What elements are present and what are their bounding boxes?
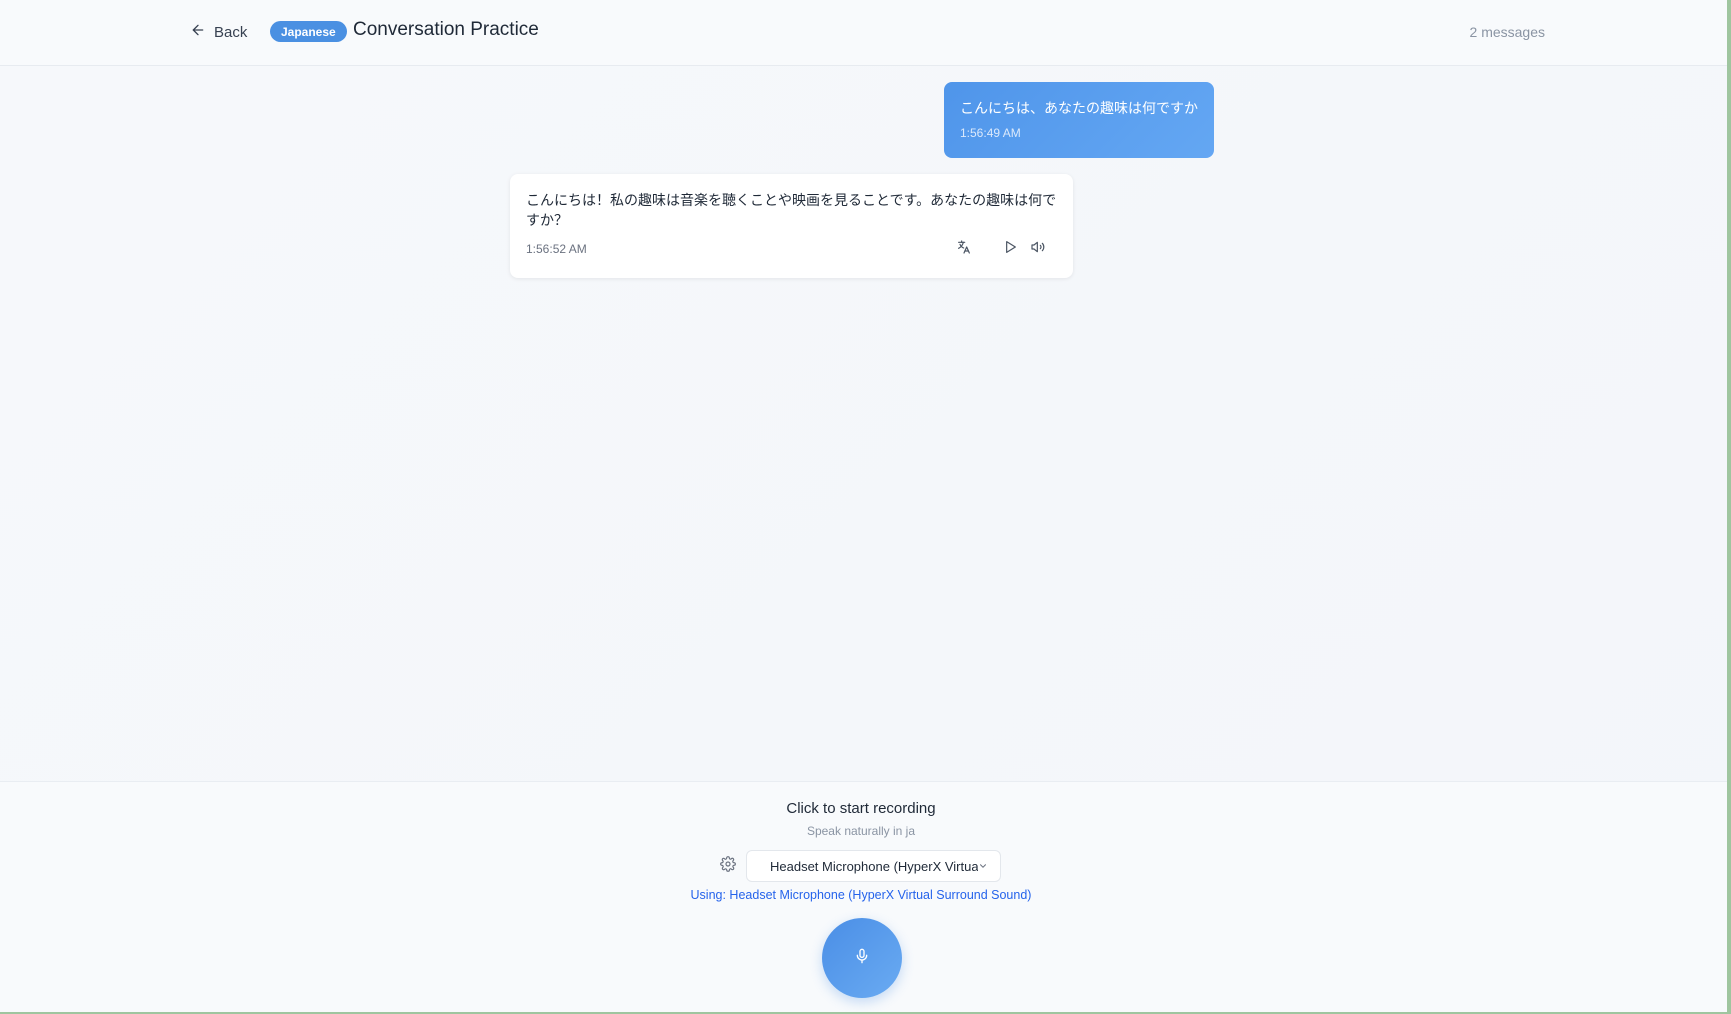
microphone-icon — [854, 948, 870, 969]
speaker-button[interactable] — [1027, 238, 1049, 260]
chevron-down-icon — [978, 859, 988, 874]
back-button[interactable]: Back — [190, 20, 247, 44]
user-message-text: こんにちは、あなたの趣味は何ですか — [960, 100, 1198, 116]
record-subtitle: Speak naturally in ja — [806, 824, 916, 838]
microphone-select-value: Headset Microphone (HyperX Virtual... — [770, 858, 978, 874]
app-window: Back Japanese Conversation Practice 2 me… — [0, 0, 1731, 1014]
assistant-message-text: こんにちは！私の趣味は音楽を聴くことや映画を見ることです。あなたの趣味は何ですか… — [526, 192, 1057, 228]
assistant-message-bubble: こんにちは！私の趣味は音楽を聴くことや映画を見ることです。あなたの趣味は何ですか… — [510, 174, 1073, 278]
microphone-select[interactable]: Headset Microphone (HyperX Virtual... — [746, 850, 1001, 882]
play-icon — [1002, 239, 1018, 260]
recording-panel: Click to start recording Speak naturally… — [0, 781, 1727, 1012]
play-button[interactable] — [999, 238, 1021, 260]
assistant-message-time: 1:56:52 AM — [526, 242, 587, 256]
user-message-bubble: こんにちは、あなたの趣味は何ですか 1:56:49 AM — [944, 82, 1214, 158]
gear-icon — [720, 856, 736, 876]
language-badge: Japanese — [270, 21, 347, 42]
speaker-icon — [1030, 239, 1046, 260]
message-count: 2 messages — [1469, 24, 1545, 40]
translate-button[interactable] — [953, 238, 975, 260]
record-title: Click to start recording — [786, 800, 936, 817]
back-label: Back — [214, 23, 248, 41]
active-microphone-text: Using: Headset Microphone (HyperX Virtua… — [690, 888, 1032, 902]
message-actions — [953, 238, 1049, 260]
page-title: Conversation Practice — [353, 19, 539, 40]
user-message-time: 1:56:49 AM — [960, 126, 1021, 140]
window-edge-right — [1727, 0, 1731, 1014]
record-button[interactable] — [822, 918, 902, 998]
arrow-left-icon — [190, 22, 206, 42]
header-bar: Back Japanese Conversation Practice 2 me… — [0, 0, 1727, 66]
assistant-message-footer: 1:56:52 AM — [526, 238, 1057, 260]
settings-button[interactable] — [720, 856, 738, 874]
translate-icon — [956, 239, 972, 260]
